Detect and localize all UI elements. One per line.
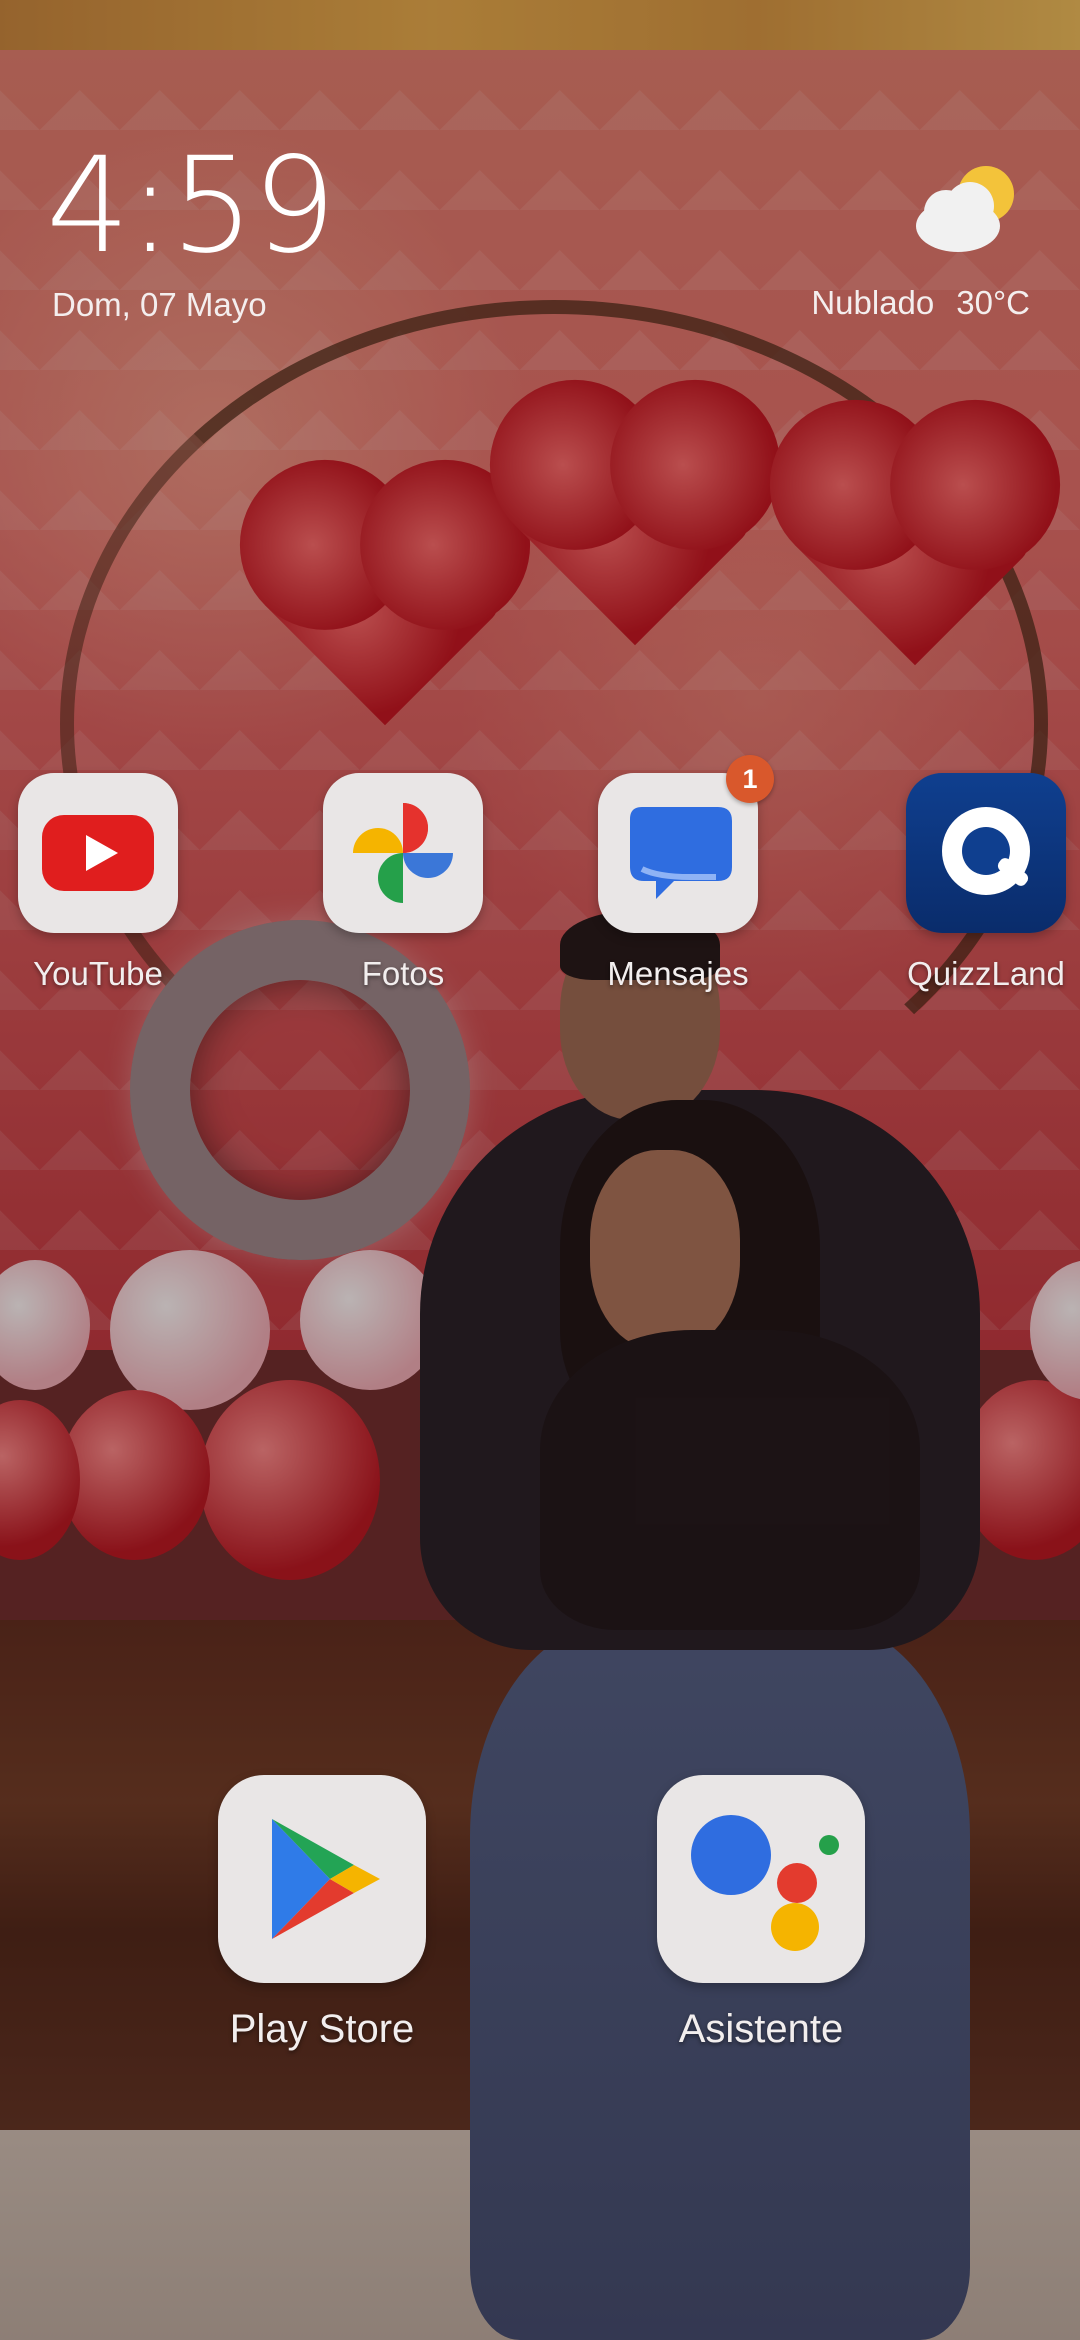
assistant-icon (657, 1775, 865, 1983)
app-mensajes[interactable]: Mensajes (578, 773, 778, 993)
youtube-icon (18, 773, 178, 933)
notification-badge: 1 (726, 755, 774, 803)
app-label: Play Store (229, 2007, 415, 2051)
clock-date[interactable]: Dom, 07 Mayo (52, 286, 267, 324)
app-fotos[interactable]: Fotos (303, 773, 503, 993)
app-label: QuizzLand (907, 955, 1065, 992)
cloud-sun-icon[interactable] (906, 160, 1026, 260)
home-wallpaper (0, 0, 1080, 2340)
app-youtube[interactable]: YouTube (0, 773, 198, 993)
app-play-store[interactable]: Play Store (192, 1775, 452, 2052)
weather-condition: Nublado (811, 284, 935, 321)
weather-temperature: 30°C (956, 284, 1030, 321)
weather-summary[interactable]: Nublado 30°C (811, 284, 1030, 322)
app-label: Mensajes (607, 955, 749, 992)
app-label: YouTube (33, 955, 163, 992)
wallpaper-dim-overlay (0, 0, 1080, 2340)
clock-time[interactable]: 4:59 (46, 140, 336, 272)
google-photos-icon (323, 773, 483, 933)
app-quizzland[interactable]: QuizzLand (886, 773, 1080, 993)
quizzland-icon (906, 773, 1066, 933)
play-store-icon (218, 1775, 426, 1983)
app-asistente[interactable]: Asistente (631, 1775, 891, 2052)
app-label: Asistente (678, 2007, 844, 2051)
app-label: Fotos (361, 955, 445, 992)
